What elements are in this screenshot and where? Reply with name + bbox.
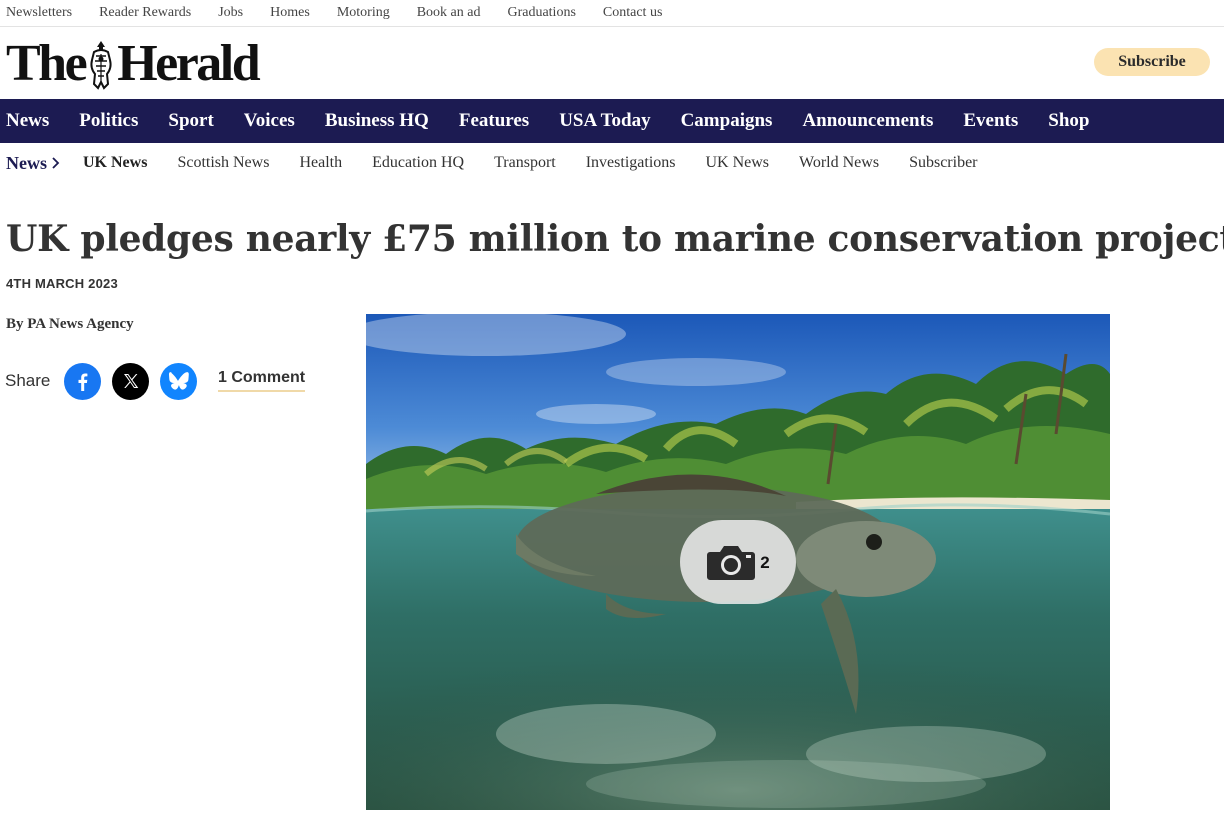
breadcrumb-label: News — [6, 152, 47, 173]
main-nav-business-hq[interactable]: Business HQ — [325, 99, 429, 143]
logo-text-the: The — [6, 35, 88, 92]
main-nav-sport[interactable]: Sport — [168, 99, 213, 143]
logo-text-herald: Herald — [117, 35, 260, 92]
sub-nav-transport[interactable]: Transport — [494, 154, 556, 172]
sub-nav-uk-news-2[interactable]: UK News — [705, 154, 769, 172]
main-nav-usa-today[interactable]: USA Today — [559, 99, 650, 143]
article-byline: By PA News Agency — [6, 316, 134, 332]
article-date: 4TH MARCH 2023 — [6, 276, 118, 291]
share-facebook-button[interactable] — [64, 362, 102, 400]
share-label: Share — [5, 371, 51, 390]
share-bluesky-button[interactable] — [160, 362, 198, 400]
main-nav-campaigns[interactable]: Campaigns — [681, 99, 773, 143]
sub-nav: News UK News Scottish News Health Educat… — [0, 143, 1224, 183]
hero-image[interactable]: 2 — [366, 314, 1110, 810]
sub-nav-education-hq[interactable]: Education HQ — [372, 154, 464, 172]
main-nav-politics[interactable]: Politics — [79, 99, 138, 143]
comments-link[interactable]: 1 Comment — [218, 369, 306, 392]
subscribe-button[interactable]: Subscribe — [1094, 48, 1210, 76]
main-nav-voices[interactable]: Voices — [244, 99, 295, 143]
article-headline: UK pledges nearly £75 million to marine … — [6, 218, 1224, 260]
sub-nav-subscriber[interactable]: Subscriber — [909, 154, 977, 172]
masthead: The Herald Subscribe — [0, 27, 1224, 99]
share-x-button[interactable] — [112, 362, 150, 400]
herald-crest-icon — [90, 41, 112, 90]
chevron-right-icon — [52, 157, 60, 169]
facebook-icon — [78, 373, 88, 391]
breadcrumb-news[interactable]: News — [6, 153, 61, 174]
main-nav-announcements[interactable]: Announcements — [802, 99, 933, 143]
sub-nav-investigations[interactable]: Investigations — [586, 154, 676, 172]
site-logo[interactable]: The Herald — [6, 35, 261, 93]
utility-link-homes[interactable]: Homes — [270, 5, 310, 21]
bluesky-icon — [168, 372, 189, 390]
utility-link-jobs[interactable]: Jobs — [218, 5, 243, 21]
utility-link-reader-rewards[interactable]: Reader Rewards — [99, 5, 191, 21]
x-icon — [123, 374, 139, 388]
gallery-count: 2 — [760, 553, 770, 572]
gallery-button[interactable]: 2 — [680, 520, 796, 604]
main-nav-events[interactable]: Events — [963, 99, 1018, 143]
main-nav-shop[interactable]: Shop — [1048, 99, 1089, 143]
main-nav-news[interactable]: News — [6, 99, 49, 143]
utility-link-motoring[interactable]: Motoring — [337, 5, 390, 21]
main-nav-features[interactable]: Features — [459, 99, 529, 143]
utility-link-graduations[interactable]: Graduations — [507, 5, 575, 21]
sub-nav-world-news[interactable]: World News — [799, 154, 879, 172]
camera-icon — [707, 546, 756, 580]
sub-nav-health[interactable]: Health — [299, 154, 342, 172]
utility-nav: Newsletters Reader Rewards Jobs Homes Mo… — [0, 0, 1224, 27]
utility-link-book-an-ad[interactable]: Book an ad — [417, 5, 481, 21]
sub-nav-scottish-news[interactable]: Scottish News — [177, 154, 269, 172]
utility-link-newsletters[interactable]: Newsletters — [6, 5, 72, 21]
utility-link-contact-us[interactable]: Contact us — [603, 5, 663, 21]
share-row: Share — [5, 362, 208, 400]
sub-nav-uk-news[interactable]: UK News — [83, 154, 147, 172]
main-nav: News Politics Sport Voices Business HQ F… — [0, 99, 1224, 143]
